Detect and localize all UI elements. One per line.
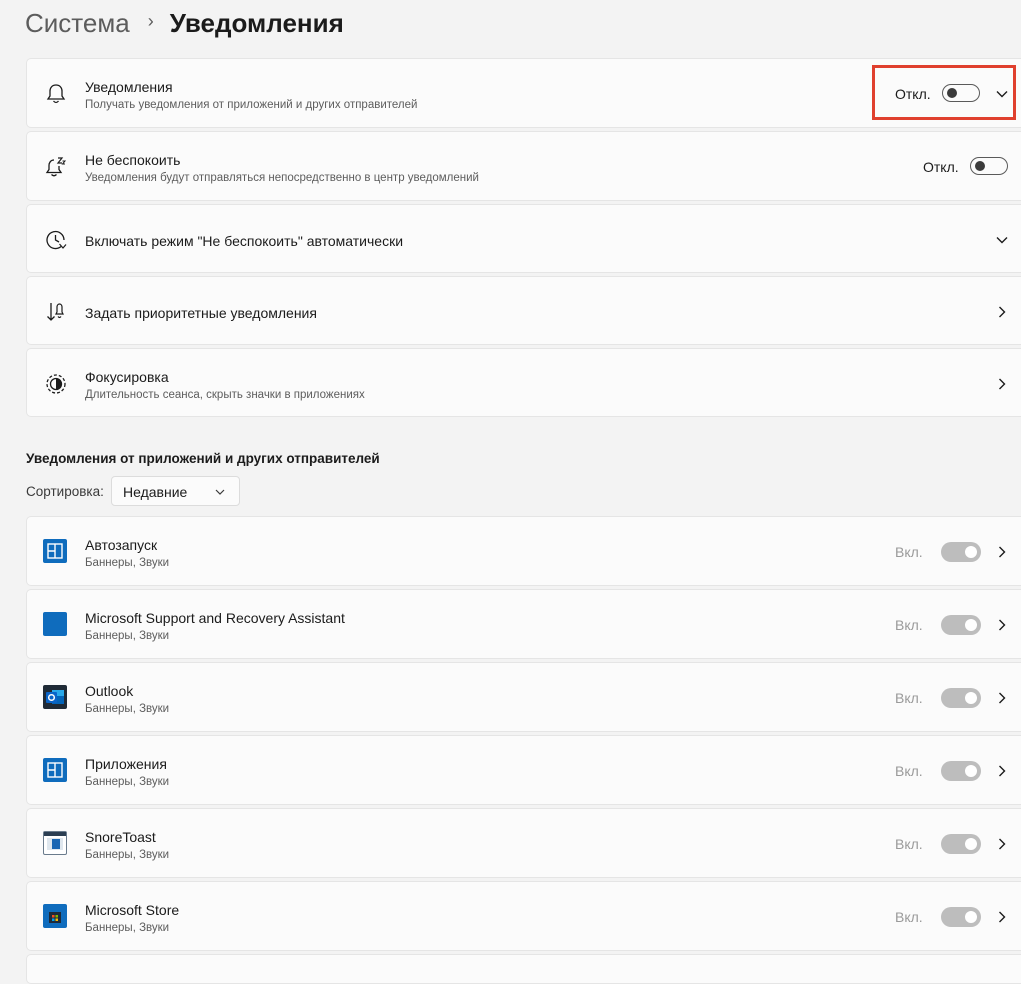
app-subtitle: Баннеры, Звуки — [85, 922, 170, 934]
app-row-partial[interactable] — [26, 954, 1021, 984]
sort-value: Недавние — [123, 484, 188, 500]
dnd-title: Не беспокоить — [85, 152, 181, 168]
app-name: Приложения — [85, 756, 167, 772]
app-state-label: Вкл. — [895, 690, 923, 706]
breadcrumb-parent[interactable]: Система — [25, 8, 130, 39]
chevron-down-icon — [215, 489, 225, 495]
dnd-subtitle: Уведомления будут отправляться непосредс… — [85, 172, 479, 184]
sort-label: Сортировка: — [26, 484, 104, 499]
auto-dnd-setting-card[interactable]: Включать режим "Не беспокоить" автоматич… — [26, 204, 1021, 273]
breadcrumb: Система › Уведомления — [25, 6, 344, 40]
app-row-sara[interactable]: Microsoft Support and Recovery Assistant… — [26, 589, 1021, 659]
sara-app-icon — [43, 612, 67, 636]
chevron-down-icon[interactable] — [995, 233, 1009, 247]
app-row-outlook[interactable]: Outlook Баннеры, Звуки Вкл. — [26, 662, 1021, 732]
apps-app-icon — [43, 758, 67, 782]
clock-icon — [43, 227, 69, 253]
app-row-snoretoast[interactable]: SnoreToast Баннеры, Звуки Вкл. — [26, 808, 1021, 878]
app-state-label: Вкл. — [895, 836, 923, 852]
app-subtitle: Баннеры, Звуки — [85, 630, 170, 642]
apps-section-title: Уведомления от приложений и других отпра… — [26, 451, 380, 466]
chevron-right-icon[interactable] — [995, 618, 1009, 632]
page-title: Уведомления — [169, 7, 344, 38]
app-name: SnoreToast — [85, 829, 156, 845]
app-name: Автозапуск — [85, 537, 158, 553]
focus-title: Фокусировка — [85, 369, 169, 385]
auto-dnd-title: Включать режим "Не беспокоить" автоматич… — [85, 233, 404, 249]
priority-setting-card[interactable]: Задать приоритетные уведомления — [26, 276, 1021, 345]
chevron-right-icon[interactable] — [995, 764, 1009, 778]
focus-subtitle: Длительность сеанса, скрыть значки в при… — [85, 389, 365, 401]
app-row-apps[interactable]: Приложения Баннеры, Звуки Вкл. — [26, 735, 1021, 805]
outlook-app-icon — [43, 685, 67, 709]
dnd-setting-card[interactable]: Не беспокоить Уведомления будут отправля… — [26, 131, 1021, 201]
chevron-right-icon[interactable] — [995, 910, 1009, 924]
app-subtitle: Баннеры, Звуки — [85, 776, 170, 788]
dnd-state-label: Откл. — [923, 159, 959, 175]
focus-setting-card[interactable]: Фокусировка Длительность сеанса, скрыть … — [26, 348, 1021, 417]
store-app-icon — [43, 904, 67, 928]
app-state-label: Вкл. — [895, 544, 923, 560]
sort-dropdown[interactable]: Недавние — [111, 476, 240, 506]
chevron-right-icon[interactable] — [995, 377, 1009, 391]
chevron-right-icon[interactable] — [995, 691, 1009, 705]
app-row-store[interactable]: Microsoft Store Баннеры, Звуки Вкл. — [26, 881, 1021, 951]
bell-icon — [43, 81, 69, 107]
app-subtitle: Баннеры, Звуки — [85, 849, 170, 861]
dnd-toggle[interactable] — [970, 157, 1008, 175]
app-state-label: Вкл. — [895, 617, 923, 633]
app-state-label: Вкл. — [895, 763, 923, 779]
breadcrumb-separator-icon: › — [147, 10, 154, 31]
app-toggle[interactable] — [941, 834, 981, 854]
focus-icon — [43, 371, 69, 397]
app-name: Microsoft Support and Recovery Assistant — [85, 610, 345, 626]
snoretoast-app-icon — [43, 831, 67, 855]
autoplay-app-icon — [43, 539, 67, 563]
chevron-right-icon[interactable] — [995, 545, 1009, 559]
notifications-title: Уведомления — [85, 79, 173, 95]
app-toggle[interactable] — [941, 542, 981, 562]
bell-snooze-icon — [43, 154, 69, 180]
app-name: Outlook — [85, 683, 134, 699]
app-toggle[interactable] — [941, 615, 981, 635]
app-row-autoplay[interactable]: Автозапуск Баннеры, Звуки Вкл. — [26, 516, 1021, 586]
app-toggle[interactable] — [941, 907, 981, 927]
priority-icon — [43, 299, 69, 325]
app-subtitle: Баннеры, Звуки — [85, 703, 170, 715]
chevron-right-icon[interactable] — [995, 837, 1009, 851]
priority-title: Задать приоритетные уведомления — [85, 305, 317, 321]
app-name: Microsoft Store — [85, 902, 180, 918]
app-subtitle: Баннеры, Звуки — [85, 557, 170, 569]
app-toggle[interactable] — [941, 688, 981, 708]
notifications-subtitle: Получать уведомления от приложений и дру… — [85, 99, 418, 111]
app-state-label: Вкл. — [895, 909, 923, 925]
app-toggle[interactable] — [941, 761, 981, 781]
chevron-right-icon[interactable] — [995, 305, 1009, 319]
highlight-box — [872, 65, 1016, 120]
